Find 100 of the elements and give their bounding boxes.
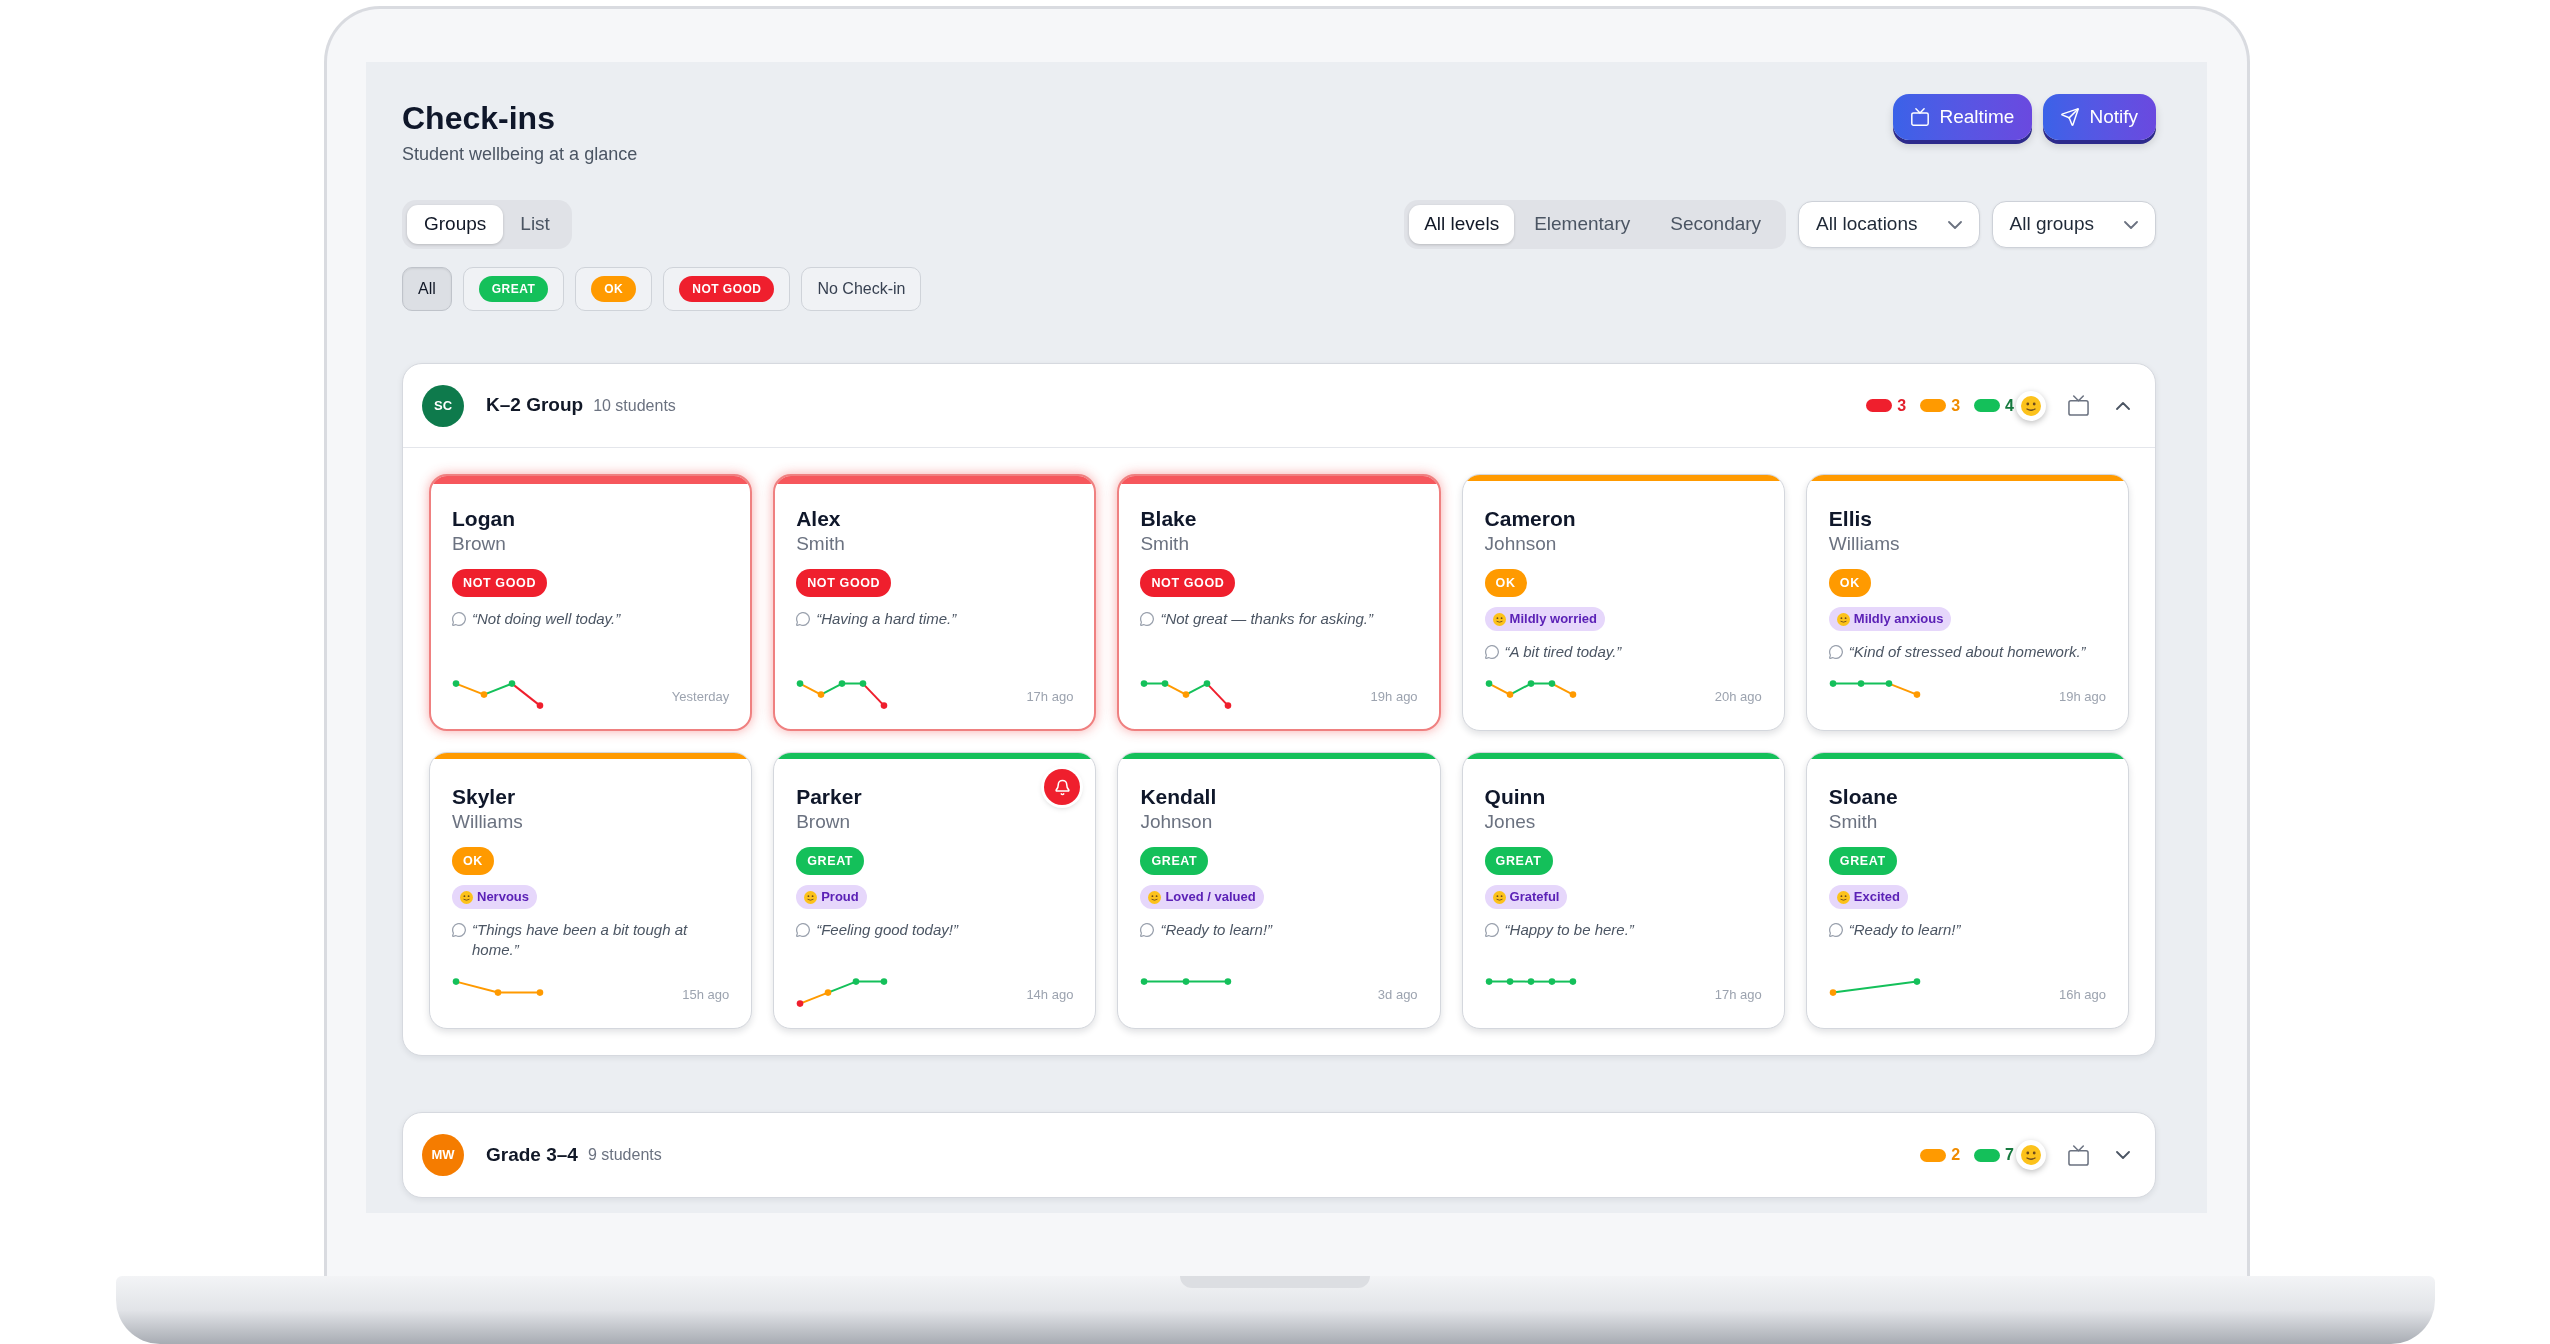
face-emoji-icon bbox=[460, 890, 473, 904]
student-last-name: Smith bbox=[796, 532, 845, 556]
filter-dropdown[interactable]: All groups bbox=[1991, 201, 2156, 248]
status-badge: OK bbox=[1828, 569, 1871, 597]
checkin-time: 16h ago bbox=[2059, 987, 2106, 1003]
comment-text: “Ready to learn!” bbox=[1160, 920, 1273, 940]
filter-chip[interactable]: No Check-in bbox=[801, 267, 922, 311]
comment-text: “Not great — thanks for asking.” bbox=[1160, 609, 1373, 629]
student-last-name: Smith bbox=[1140, 532, 1189, 556]
chevron-up-icon[interactable] bbox=[2116, 401, 2130, 410]
student-first-name: Skyler bbox=[452, 784, 516, 810]
status-badge: GREAT bbox=[1140, 847, 1209, 875]
mood-label: Loved / valued bbox=[1165, 888, 1256, 907]
face-emoji-icon bbox=[804, 890, 818, 904]
checkin-time: 14h ago bbox=[1026, 987, 1074, 1003]
student-first-name: Logan bbox=[452, 506, 515, 532]
speech-bubble-icon bbox=[1828, 923, 1843, 937]
face-emoji-icon bbox=[1492, 890, 1506, 904]
comment-text: “Things have been a bit tough at home.” bbox=[472, 920, 689, 960]
tv-icon[interactable] bbox=[2068, 1144, 2089, 1166]
chevron-down-icon bbox=[2124, 220, 2138, 229]
student-last-name: Johnson bbox=[1140, 810, 1213, 834]
comment-text: “Feeling good today!” bbox=[816, 920, 958, 940]
student-last-name: Jones bbox=[1484, 810, 1536, 834]
student-first-name: Ellis bbox=[1828, 506, 1872, 532]
tally-count: 3 bbox=[1951, 395, 1961, 416]
comment-text: “Having a hard time.” bbox=[816, 609, 957, 629]
group-name: K–2 Group bbox=[486, 393, 584, 418]
face-emoji-icon bbox=[2016, 1140, 2046, 1170]
group-name: Grade 3–4 bbox=[486, 1142, 578, 1167]
tally-count: 3 bbox=[1897, 395, 1907, 416]
face-emoji-icon bbox=[1148, 890, 1162, 904]
comment-text: “Ready to learn!” bbox=[1848, 920, 1961, 940]
mood-label: Excited bbox=[1853, 888, 1901, 907]
filter-dropdown[interactable]: All locations bbox=[1798, 201, 1980, 248]
filter-chip[interactable]: All bbox=[402, 267, 452, 311]
comment-text: “Happy to be here.” bbox=[1504, 920, 1634, 940]
face-emoji-icon bbox=[1492, 612, 1506, 626]
checkin-time: 19h ago bbox=[2059, 689, 2106, 705]
status-badge: NOT GOOD bbox=[796, 569, 892, 597]
dropdown-value: All groups bbox=[2009, 212, 2094, 237]
student-first-name: Kendall bbox=[1140, 784, 1217, 810]
group-avatar: MW bbox=[422, 1134, 464, 1176]
checkin-time: 19h ago bbox=[1370, 689, 1418, 705]
alert-bell-icon[interactable] bbox=[1044, 769, 1081, 805]
student-last-name: Johnson bbox=[1484, 532, 1557, 556]
student-first-name: Blake bbox=[1140, 506, 1197, 532]
mood-label: Proud bbox=[821, 888, 859, 907]
speech-bubble-icon bbox=[796, 923, 811, 937]
speech-bubble-icon bbox=[1828, 645, 1843, 659]
checkin-time: 17h ago bbox=[1714, 987, 1762, 1003]
mood-label: Grateful bbox=[1509, 888, 1560, 907]
status-badge: GREAT bbox=[478, 276, 549, 302]
status-badge: OK bbox=[591, 276, 637, 302]
student-first-name: Alex bbox=[796, 506, 841, 532]
status-badge: GREAT bbox=[1828, 847, 1897, 875]
checkin-time: 20h ago bbox=[1714, 689, 1762, 705]
mood-label: Nervous bbox=[477, 888, 530, 907]
checkin-time: 15h ago bbox=[682, 987, 730, 1003]
view-tab[interactable]: Groups bbox=[407, 205, 504, 244]
speech-bubble-icon bbox=[452, 612, 466, 626]
tv-icon[interactable] bbox=[2068, 395, 2089, 416]
student-last-name: Williams bbox=[452, 810, 523, 834]
checkin-time: 3d ago bbox=[1377, 987, 1418, 1003]
view-tab[interactable]: List bbox=[503, 205, 567, 244]
paper-plane-icon bbox=[2061, 108, 2080, 126]
level-tab[interactable]: Secondary bbox=[1650, 205, 1782, 244]
page-title: Check-ins bbox=[402, 99, 555, 138]
speech-bubble-icon bbox=[1484, 645, 1499, 659]
tv-icon bbox=[1911, 108, 1930, 126]
status-badge: OK bbox=[1484, 569, 1527, 597]
student-first-name: Sloane bbox=[1828, 784, 1898, 810]
speech-bubble-icon bbox=[1484, 923, 1499, 937]
face-emoji-icon bbox=[1836, 612, 1850, 626]
level-tab[interactable]: All levels bbox=[1409, 205, 1515, 244]
face-emoji-icon bbox=[1836, 890, 1850, 904]
status-badge: NOT GOOD bbox=[679, 276, 775, 302]
group-avatar: SC bbox=[422, 384, 464, 427]
chevron-down-icon bbox=[1947, 220, 1962, 229]
level-tab[interactable]: Elementary bbox=[1514, 205, 1651, 244]
status-badge: GREAT bbox=[1484, 847, 1553, 875]
comment-text: “Kind of stressed about homework.” bbox=[1848, 642, 2086, 662]
mood-label: Mildly anxious bbox=[1853, 610, 1944, 629]
speech-bubble-icon bbox=[1140, 612, 1155, 626]
checkin-time: 17h ago bbox=[1026, 689, 1074, 705]
tally-count: 7 bbox=[2005, 1145, 2014, 1165]
comment-text: “A bit tired today.” bbox=[1504, 642, 1622, 662]
status-badge: GREAT bbox=[796, 847, 865, 875]
student-first-name: Cameron bbox=[1484, 506, 1576, 532]
status-filter[interactable]: NOT GOOD bbox=[663, 267, 791, 311]
status-badge: OK bbox=[452, 847, 494, 875]
student-last-name: Smith bbox=[1828, 810, 1878, 834]
checkin-time: Yesterday bbox=[671, 689, 730, 705]
chevron-down-icon[interactable] bbox=[2116, 1151, 2130, 1159]
speech-bubble-icon bbox=[452, 923, 466, 937]
status-badge: NOT GOOD bbox=[1140, 569, 1236, 597]
comment-text: “Not doing well today.” bbox=[472, 609, 621, 629]
student-first-name: Parker bbox=[796, 784, 862, 810]
status-badge: NOT GOOD bbox=[452, 569, 548, 597]
page-subtitle: Student wellbeing at a glance bbox=[402, 143, 638, 166]
